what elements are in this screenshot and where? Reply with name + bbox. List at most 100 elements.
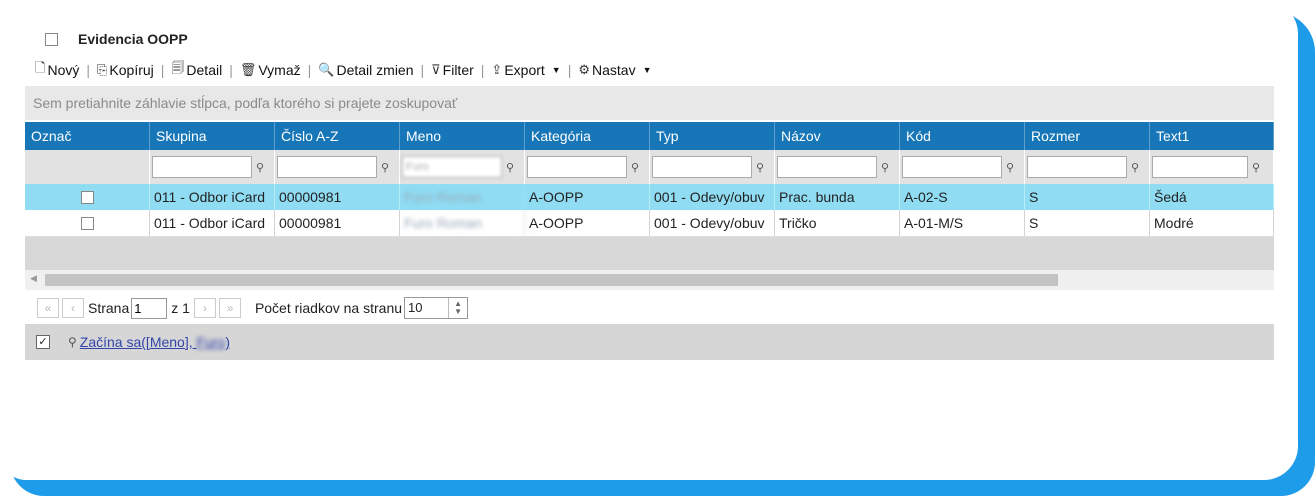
detail-button[interactable]: 🗐 Detail [171, 59, 222, 81]
filter-pin-icon[interactable]: ⚲ [881, 161, 889, 174]
new-button-label: Nový [47, 62, 80, 78]
caret-down-icon: ▼ [551, 65, 561, 75]
filter-pin-icon[interactable]: ⚲ [1006, 161, 1014, 174]
first-page-button[interactable]: « [37, 298, 59, 318]
filter-pin-icon[interactable]: ⚲ [506, 161, 514, 174]
settings-button[interactable]: ⚙ Nastav ▼ [578, 62, 651, 78]
grid-header: Označ Skupina Číslo A-Z Meno Kategória T… [25, 122, 1274, 150]
cell-rozmer: S [1025, 184, 1150, 210]
scrollbar-thumb[interactable] [45, 274, 1058, 286]
column-header-skupina[interactable]: Skupina [150, 122, 275, 150]
delete-button[interactable]: 🗑 Vymaž [240, 62, 301, 78]
column-header-kategoria[interactable]: Kategória [525, 122, 650, 150]
settings-button-label: Nastav [592, 62, 636, 78]
filter-enabled-checkbox[interactable]: ✓ [36, 335, 50, 349]
filter-input-nazov[interactable] [777, 156, 877, 178]
filter-pin-icon[interactable]: ⚲ [1131, 161, 1139, 174]
rows-per-page-spinner[interactable]: 10 ▲ ▼ [404, 297, 469, 319]
export-button-label: Export [504, 62, 545, 78]
data-grid: Označ Skupina Číslo A-Z Meno Kategória T… [25, 122, 1274, 271]
caret-down-icon: ▼ [642, 65, 652, 75]
cell-rozmer: S [1025, 210, 1150, 236]
filter-input-text1[interactable] [1152, 156, 1248, 178]
page-number-input[interactable] [131, 297, 168, 319]
detail-changes-button[interactable]: 🔍 Detail zmien [318, 62, 413, 78]
filter-input-rozmer[interactable] [1027, 156, 1127, 178]
filter-input-cislo[interactable] [277, 156, 377, 178]
filter-pin-icon[interactable]: ⚲ [1252, 161, 1260, 174]
new-button[interactable]: 🗋 Nový [35, 59, 79, 81]
cell-cislo: 00000981 [275, 210, 400, 236]
cell-kategoria: A-OOPP [525, 184, 650, 210]
filter-cell: ⚲ [150, 150, 275, 184]
prev-page-button[interactable]: ‹ [62, 298, 84, 318]
copy-button-label: Kopíruj [109, 62, 154, 78]
filter-icon: ⊽ [431, 62, 441, 77]
cell-nazov: Tričko [775, 210, 900, 236]
filter-expression-link[interactable]: Začína sa([Meno], Furo) [80, 334, 230, 350]
copy-icon: ⎘ [97, 62, 108, 77]
toolbar: 🗋 Nový | ⎘ Kopíruj | 🗐 Detail | 🗑 Vymaž | 🔍 D… [35, 58, 652, 82]
title-row: Evidencia OOPP [45, 29, 188, 49]
toolbar-divider: | [420, 62, 425, 78]
cell-typ: 001 - Odevy/obuv [650, 210, 775, 236]
column-header-meno[interactable]: Meno [400, 122, 525, 150]
filter-pin-icon[interactable]: ⚲ [256, 161, 264, 174]
row-select-cell [25, 210, 150, 236]
filter-expression-suffix: ) [225, 334, 230, 350]
filter-cell: ⚲ [400, 150, 525, 184]
delete-button-label: Vymaž [258, 62, 301, 78]
column-header-typ[interactable]: Typ [650, 122, 775, 150]
filter-expression-value: Furo [196, 334, 226, 350]
table-row[interactable]: 011 - Odbor iCard 00000981 Furo Roman A-… [25, 184, 1274, 210]
filter-pin-icon[interactable]: ⚲ [631, 161, 639, 174]
cell-text1: Modré [1150, 210, 1274, 236]
filter-input-skupina[interactable] [152, 156, 252, 178]
pager: « ‹ Strana z 1 › » Počet riadkov na stra… [25, 292, 1274, 324]
cell-meno: Furo Roman [400, 184, 525, 210]
rows-per-page-label: Počet riadkov na stranu [254, 300, 403, 316]
filter-cell: ⚲ [525, 150, 650, 184]
filter-input-kod[interactable] [902, 156, 1002, 178]
row-checkbox[interactable] [80, 216, 94, 230]
filter-button[interactable]: ⊽ Filter [431, 62, 474, 78]
row-select-cell [25, 184, 150, 210]
export-button[interactable]: ⇪ Export ▼ [491, 62, 560, 78]
last-page-button[interactable]: » [218, 298, 241, 318]
next-page-button[interactable]: › [193, 298, 216, 318]
toolbar-divider: | [229, 62, 233, 78]
filter-cell: ⚲ [1025, 150, 1150, 184]
filter-pin-icon[interactable]: ⚲ [381, 161, 389, 174]
cell-meno: Furo Roman [400, 210, 525, 236]
toolbar-divider: | [307, 62, 312, 78]
copy-button[interactable]: ⎘ Kopíruj [97, 62, 154, 78]
filter-cell-oznac [25, 150, 150, 184]
grid-empty-area [25, 237, 1274, 271]
row-checkbox[interactable] [80, 190, 94, 204]
column-header-text1[interactable]: Text1 [1150, 122, 1274, 150]
filter-input-typ[interactable] [652, 156, 752, 178]
spin-down-icon[interactable]: ▼ [454, 308, 462, 316]
title-checkbox[interactable] [45, 32, 58, 46]
cell-skupina: 011 - Odbor iCard [150, 184, 275, 210]
cell-text1: Šedá [1150, 184, 1274, 210]
column-header-nazov[interactable]: Názov [775, 122, 900, 150]
column-header-kod[interactable]: Kód [900, 122, 1025, 150]
scroll-left-icon[interactable]: ◀ [30, 273, 37, 284]
column-header-cislo[interactable]: Číslo A-Z [275, 122, 400, 150]
cell-typ: 001 - Odevy/obuv [650, 184, 775, 210]
column-header-rozmer[interactable]: Rozmer [1025, 122, 1150, 150]
detail-icon: 🗐 [171, 60, 185, 75]
filter-input-kategoria[interactable] [527, 156, 627, 178]
table-row[interactable]: 011 - Odbor iCard 00000981 Furo Roman A-… [25, 210, 1274, 237]
toolbar-divider: | [567, 62, 572, 78]
trash-icon: 🗑 [239, 62, 257, 77]
column-header-oznac[interactable]: Označ [25, 122, 150, 150]
horizontal-scrollbar[interactable]: ◀ [25, 270, 1274, 290]
filter-input-meno[interactable] [402, 156, 502, 178]
filter-pin-icon[interactable]: ⚲ [756, 161, 764, 174]
spinner-arrows[interactable]: ▲ ▼ [448, 298, 467, 318]
search-changes-icon: 🔍 [318, 62, 335, 77]
toolbar-divider: | [86, 62, 90, 78]
group-by-area[interactable]: Sem pretiahnite záhlavie stĺpca, podľa k… [25, 86, 1274, 120]
